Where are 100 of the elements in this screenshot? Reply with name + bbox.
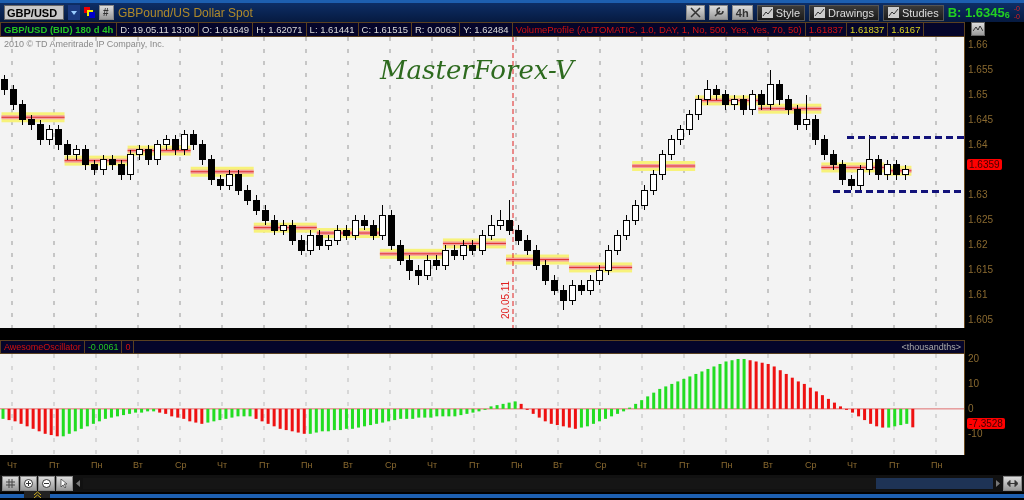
candlestick <box>721 89 729 111</box>
bar <box>567 408 571 428</box>
candlestick <box>190 129 198 151</box>
bar <box>296 408 300 433</box>
bar <box>375 408 379 424</box>
candlestick <box>838 159 846 186</box>
bar <box>712 366 716 409</box>
zoom-in-icon <box>24 479 33 488</box>
tool-button[interactable] <box>685 5 705 20</box>
bar <box>1 408 5 419</box>
toolbar-button[interactable]: Drawings <box>809 4 879 21</box>
oscillator-axis-label: 20 <box>968 353 980 365</box>
bar <box>640 400 644 409</box>
candlestick <box>10 84 18 111</box>
last-price-badge: 1.6359 <box>967 159 1002 171</box>
candlestick <box>685 109 693 136</box>
bar <box>802 383 806 409</box>
info-cell: O: 1.61649 <box>199 23 254 36</box>
bar <box>760 362 764 409</box>
bar <box>808 387 812 409</box>
bar <box>441 408 445 417</box>
candlestick <box>46 124 54 146</box>
bar <box>79 408 83 429</box>
time-axis-label: Чт <box>426 460 439 470</box>
price-axis-label: 1.645 <box>968 113 994 126</box>
bar <box>338 408 342 431</box>
price-axis-label: 1.63 <box>968 189 988 202</box>
time-axis-label: Пт <box>888 460 901 470</box>
bar <box>832 402 836 409</box>
info-cell: 1.6167 <box>888 23 925 36</box>
candlestick <box>37 119 45 146</box>
bar <box>260 408 264 422</box>
candlestick <box>262 204 270 226</box>
symbol-field[interactable]: GBP/USD <box>4 5 64 20</box>
candlestick <box>676 124 684 146</box>
bar <box>820 395 824 409</box>
candlestick <box>127 149 135 181</box>
price-axis-label: 1.62 <box>968 239 988 252</box>
time-axis-label: Пн <box>930 460 944 470</box>
pointer-button[interactable] <box>56 476 73 491</box>
time-axis-label: Пт <box>48 460 61 470</box>
candlestick <box>172 134 180 156</box>
time-axis-label: Вт <box>132 460 144 470</box>
scrollbar-track[interactable] <box>83 478 993 489</box>
bar <box>694 373 698 409</box>
dropdown-button[interactable] <box>68 5 80 20</box>
crosshair-icon <box>689 7 701 18</box>
bar <box>881 408 885 428</box>
bar <box>513 401 517 409</box>
bar <box>658 388 662 409</box>
bar <box>290 408 294 432</box>
candlestick <box>208 154 216 186</box>
bar <box>206 408 210 423</box>
bar <box>429 408 433 418</box>
grid-button[interactable] <box>2 476 19 491</box>
chart-settings-button[interactable] <box>971 22 985 36</box>
price-axis-label: 1.61 <box>968 289 988 302</box>
time-axis-label: Пн <box>300 460 314 470</box>
scrollbar-thumb[interactable] <box>876 478 993 489</box>
candlestick <box>244 184 252 206</box>
bar <box>555 408 559 426</box>
bar <box>519 403 523 409</box>
bar <box>417 408 421 418</box>
toolbar-button[interactable]: Style <box>756 4 806 21</box>
time-axis-label: Чт <box>6 460 19 470</box>
bar <box>453 408 457 417</box>
zoom-in-button[interactable] <box>20 476 37 491</box>
candlestick <box>631 199 639 226</box>
candlestick <box>766 69 774 111</box>
bar <box>7 408 11 421</box>
bar <box>495 405 499 409</box>
candlestick <box>100 154 108 176</box>
bar <box>646 396 650 409</box>
bar <box>814 391 818 409</box>
fit-button[interactable] <box>1003 476 1022 491</box>
toolbar-button[interactable]: Studies <box>882 4 944 21</box>
bar <box>332 408 336 431</box>
bar <box>724 361 728 409</box>
bar <box>911 408 915 428</box>
candlestick <box>55 124 63 151</box>
bar <box>851 408 855 413</box>
bar <box>597 408 601 422</box>
bar <box>465 408 469 414</box>
bar <box>176 408 180 418</box>
tool-button[interactable] <box>708 5 728 20</box>
bar <box>616 408 620 414</box>
timeframe-button[interactable]: 4h <box>731 5 753 20</box>
candlestick <box>802 94 810 131</box>
candlestick <box>694 94 702 121</box>
bar <box>19 408 23 424</box>
info-cell: VolumeProfile (AUTOMATIC, 1.0, DAY, 1, No, 500, Yes, Yes, 70, 50) <box>512 23 806 36</box>
zoom-out-button[interactable] <box>38 476 55 491</box>
collapse-tab[interactable] <box>24 491 50 498</box>
candlestick <box>748 89 756 116</box>
marker-date: 20.05.11 <box>500 280 511 319</box>
bar <box>405 408 409 419</box>
bar <box>13 408 17 422</box>
info-cell: R: 0.0063 <box>412 23 461 36</box>
oscillator-header-cell: 0 <box>122 341 135 353</box>
hash-button[interactable]: # <box>99 5 114 20</box>
